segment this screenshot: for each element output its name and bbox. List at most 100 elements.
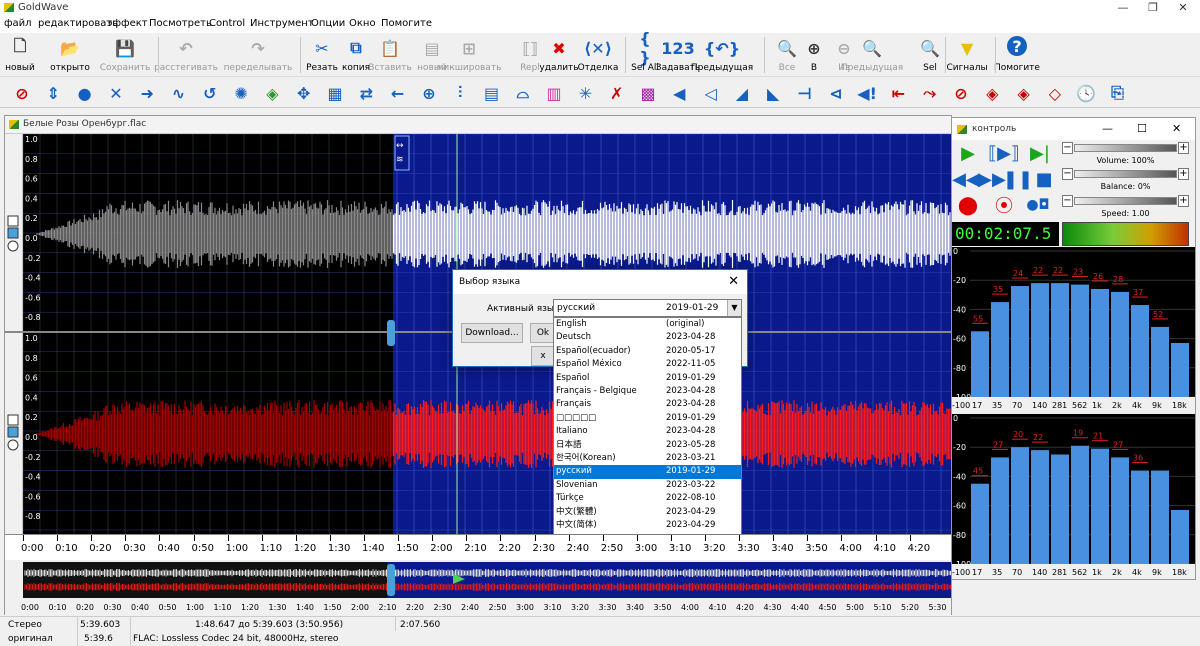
speaker-icon[interactable]: ◀ xyxy=(667,81,691,105)
toolbar-button-help[interactable]: ? Помогите xyxy=(991,33,1043,77)
language-option[interactable]: 中文(繁體) 2023-04-29 xyxy=(554,506,741,519)
balance-slider[interactable]: − + xyxy=(1062,168,1189,180)
no-sign-icon[interactable]: ⊘ xyxy=(949,81,973,105)
unselected-region[interactable] xyxy=(23,134,393,534)
control-minimize-button[interactable]: — xyxy=(1102,122,1113,135)
minimize-button[interactable]: — xyxy=(1108,0,1138,16)
volume-minus-button[interactable]: − xyxy=(1062,142,1073,154)
toolbar-button-undo[interactable]: ↶ расстегивать xyxy=(148,33,224,77)
selection-start-handle[interactable] xyxy=(387,320,395,346)
play-selection-button[interactable]: ⟦▶⟧ xyxy=(988,142,1020,164)
ball-icon[interactable]: ● xyxy=(73,81,97,105)
rewind-button[interactable]: ◀◀ xyxy=(952,168,980,190)
eye-alt-icon[interactable]: ◈ xyxy=(1012,81,1036,105)
toolbar-button-paste[interactable]: 📋 Вставить xyxy=(364,33,416,77)
language-combobox[interactable]: русский 2019-01-29 ▼ xyxy=(553,299,742,317)
menu-item-2[interactable]: эффект xyxy=(107,18,148,29)
loop-icon[interactable]: ↺ xyxy=(198,81,222,105)
cross-circle-icon[interactable]: ⊕ xyxy=(417,81,441,105)
colors-icon[interactable]: ◈ xyxy=(260,81,284,105)
play-to-end-button[interactable]: ▶| xyxy=(1028,142,1052,164)
pan-icon[interactable]: ⇤ xyxy=(886,81,910,105)
speed-plus-button[interactable]: + xyxy=(1178,195,1189,207)
channel-left-enable-checkbox[interactable] xyxy=(7,227,19,239)
toolbar-button-redo[interactable]: ↷ переделывать xyxy=(220,33,296,77)
volume-icon[interactable]: ◁ xyxy=(699,81,723,105)
language-option[interactable]: 日本語 2023-05-28 xyxy=(554,439,741,452)
channel-right-radio[interactable] xyxy=(7,439,19,451)
channel-right-enable-checkbox[interactable] xyxy=(7,426,19,438)
left-arrow-icon[interactable]: ← xyxy=(386,81,410,105)
channel-left-radio[interactable] xyxy=(7,240,19,252)
toolbar-button-trim[interactable]: ⟨✕⟩ Отделка xyxy=(575,33,621,77)
language-option[interactable]: English (original) xyxy=(554,318,741,331)
dome-icon[interactable]: ⌓ xyxy=(511,81,535,105)
overview-selection-handle[interactable] xyxy=(387,564,395,596)
record-options-button[interactable]: ●◘ xyxy=(1026,194,1050,216)
menu-item-8[interactable]: Помогите xyxy=(381,18,432,29)
equalizer-icon[interactable]: ⫶ xyxy=(448,81,472,105)
volume-plus-button[interactable]: + xyxy=(1178,142,1189,154)
speed-minus-button[interactable]: − xyxy=(1062,195,1073,207)
speed-track[interactable] xyxy=(1074,197,1177,205)
toolbar-button-cut[interactable]: ✂ Резать xyxy=(302,33,342,77)
menu-item-7[interactable]: Окно xyxy=(349,18,376,29)
maximize-button[interactable]: ❐ xyxy=(1138,0,1168,16)
stop-button[interactable]: ■ xyxy=(1032,168,1056,190)
toolbar-button-cue-points[interactable]: ▼ Сигналы xyxy=(944,33,990,77)
volume-slider[interactable]: − + xyxy=(1062,142,1189,154)
language-option[interactable]: 中文(简体) 2023-04-29 xyxy=(554,519,741,532)
language-option[interactable]: Français 2023-04-28 xyxy=(554,398,741,411)
toolbar-button-zoom-in[interactable]: ⊕ В xyxy=(799,33,829,77)
toolbar-button-new-file[interactable]: 🗋 новый xyxy=(3,33,37,77)
dialog-close-icon[interactable]: ✕ xyxy=(728,274,739,289)
toolbar-button-open-folder[interactable]: 📂 открыто xyxy=(47,33,93,77)
close-button[interactable]: ✕ xyxy=(1168,0,1198,16)
menu-item-6[interactable]: Опции xyxy=(311,18,345,29)
spectrum-icon[interactable]: ▩ xyxy=(636,81,660,105)
control-maximize-button[interactable]: ☐ xyxy=(1137,122,1147,135)
language-option[interactable]: Français - Belgique 2023-04-28 xyxy=(554,385,741,398)
bars-icon[interactable]: ▤ xyxy=(480,81,504,105)
rainbow-icon[interactable]: ▥ xyxy=(542,81,566,105)
chevron-down-icon[interactable]: ▼ xyxy=(727,300,741,316)
ramp-down-icon[interactable]: ◣ xyxy=(761,81,785,105)
cancel-button[interactable]: x xyxy=(531,346,555,366)
export-icon[interactable]: ⎘ xyxy=(1106,81,1130,105)
toolbar-button-save[interactable]: 💾 Сохранить xyxy=(96,33,154,77)
language-option[interactable]: русский 2019-01-29 xyxy=(554,465,741,479)
language-option[interactable]: Türkçe 2022-08-10 xyxy=(554,492,741,505)
balance-icon[interactable]: ⊲ xyxy=(824,81,848,105)
fade-left-icon[interactable]: ⊣ xyxy=(793,81,817,105)
arrow-right-icon[interactable]: ➜ xyxy=(135,81,159,105)
balance-plus-button[interactable]: + xyxy=(1178,168,1189,180)
language-option[interactable]: Deutsch 2023-04-28 xyxy=(554,331,741,344)
control-close-button[interactable]: ✕ xyxy=(1172,122,1181,135)
language-option[interactable]: Español(ecuador) 2020-05-17 xyxy=(554,345,741,358)
spark-icon[interactable]: ✳ xyxy=(573,81,597,105)
volume-alert-icon[interactable]: ◀! xyxy=(855,81,879,105)
language-option[interactable]: Italiano 2023-04-28 xyxy=(554,425,741,438)
play-button[interactable]: ▶ xyxy=(956,142,980,164)
double-arrow-icon[interactable]: ⇄ xyxy=(354,81,378,105)
channel-right-solo-checkbox[interactable] xyxy=(7,414,19,426)
language-option[interactable]: □□□□□ 2019-01-29 xyxy=(554,412,741,425)
wave-icon[interactable]: ∿ xyxy=(167,81,191,105)
expand-vertical-icon[interactable]: ⇕ xyxy=(41,81,65,105)
eye-icon[interactable]: ◈ xyxy=(980,81,1004,105)
balance-minus-button[interactable]: − xyxy=(1062,168,1073,180)
record-selection-button[interactable]: ⦿ xyxy=(992,194,1016,217)
ramp-up-icon[interactable]: ◢ xyxy=(730,81,754,105)
speed-slider[interactable]: − + xyxy=(1062,195,1189,207)
language-option[interactable]: Español México 2022-11-05 xyxy=(554,358,741,371)
noise-icon[interactable]: ✗ xyxy=(605,81,629,105)
language-option[interactable]: 한국어(Korean) 2023-03-21 xyxy=(554,452,741,465)
stereo-icon[interactable]: ◇ xyxy=(1043,81,1067,105)
clock-icon[interactable]: 🕓 xyxy=(1074,81,1098,105)
gear-icon[interactable]: ✺ xyxy=(229,81,253,105)
volume-track[interactable] xyxy=(1074,144,1177,152)
toolbar-button-zoom-all[interactable]: 🔍 Все xyxy=(772,33,802,77)
menu-item-5[interactable]: Инструмент xyxy=(250,18,314,29)
stop-no-icon[interactable]: ⊘ xyxy=(10,81,34,105)
arrows-out-icon[interactable]: ✥ xyxy=(292,81,316,105)
